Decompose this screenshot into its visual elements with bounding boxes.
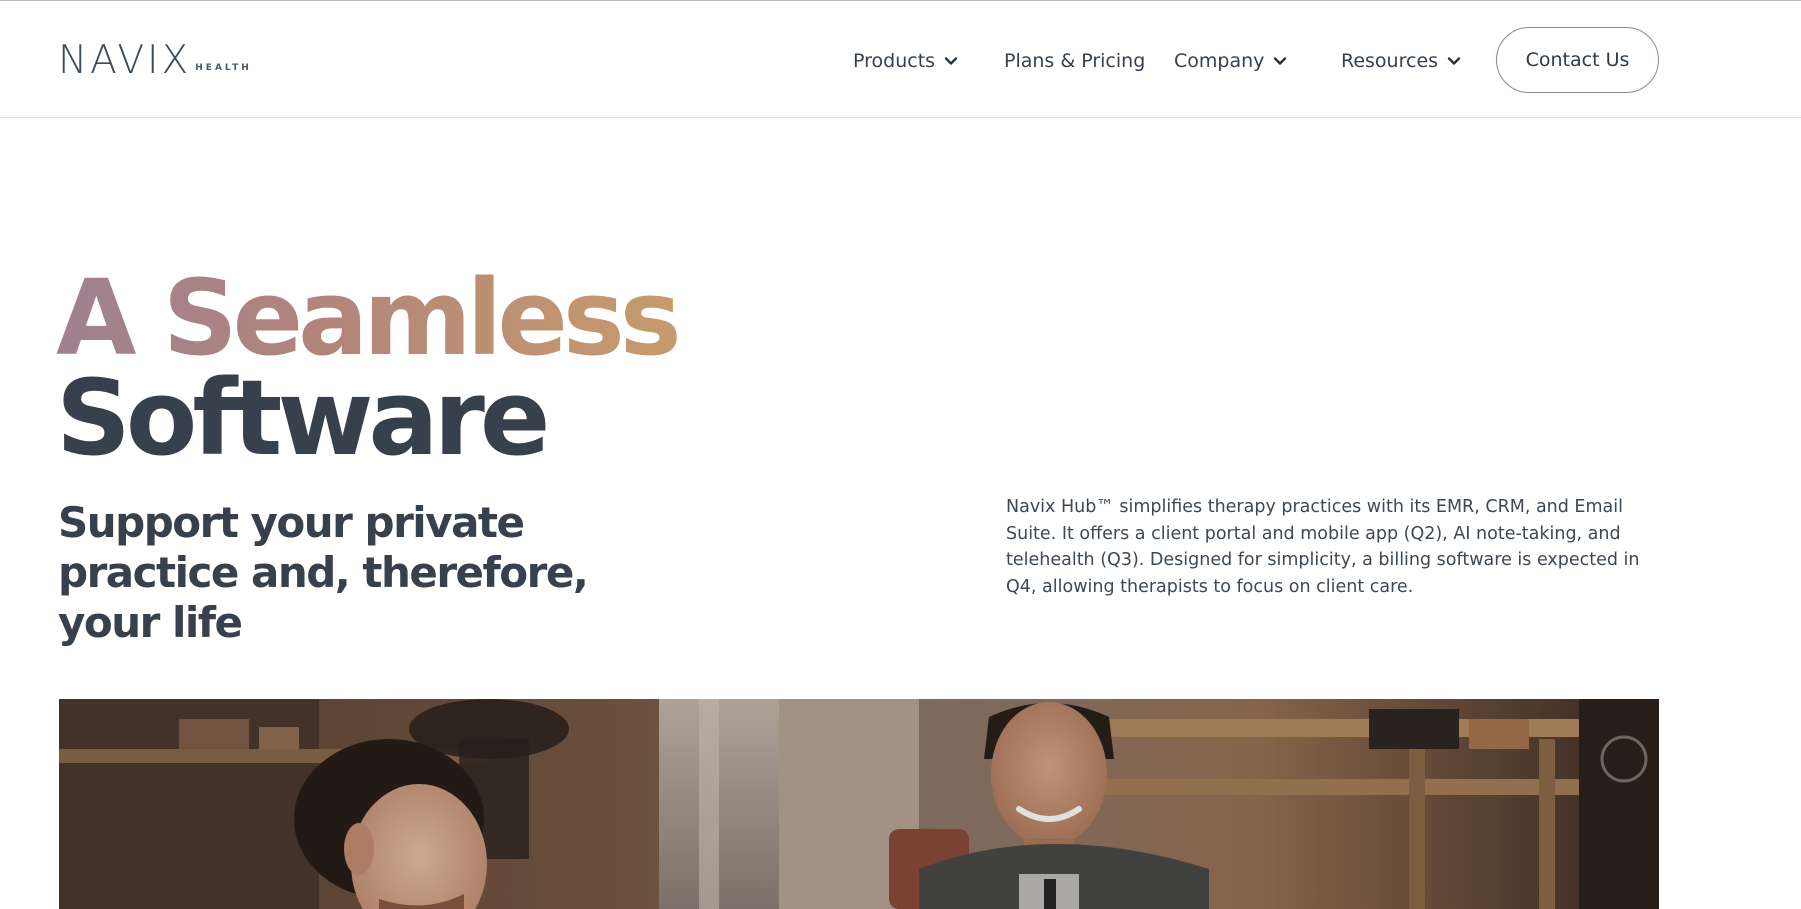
hero-title-line-2: Software — [56, 357, 550, 479]
chevron-down-icon — [944, 57, 958, 65]
nav-item-products-label: Products — [853, 50, 936, 72]
hero-subheading: Support your private practice and, there… — [58, 498, 589, 647]
page: NAVIX HEALTH Products Plans & Pricing Co… — [0, 0, 1801, 909]
hero-description: Navix Hub™ simplifies therapy practices … — [1006, 497, 1640, 597]
hero-photo-illustration — [59, 699, 1659, 909]
nav-item-resources-label: Resources — [1341, 50, 1439, 72]
nav-item-company[interactable]: Company — [1174, 47, 1288, 75]
nav-item-plans-pricing-label: Plans & Pricing — [1004, 50, 1146, 72]
nav-item-company-label: Company — [1174, 50, 1265, 72]
hero-title-line-1: A Seamless — [56, 257, 682, 379]
hero-title: A Seamless Software — [56, 257, 682, 479]
nav-item-products[interactable]: Products — [853, 47, 959, 75]
nav-item-plans-pricing[interactable]: Plans & Pricing — [1004, 47, 1145, 75]
nav-item-resources[interactable]: Resources — [1341, 47, 1462, 75]
chevron-down-icon — [1274, 57, 1287, 65]
main-nav: Products Plans & Pricing Company Resourc… — [0, 1, 1801, 119]
contact-us-button[interactable]: Contact Us — [1496, 27, 1659, 93]
chevron-down-icon — [1447, 57, 1461, 65]
hero-photo — [59, 699, 1659, 909]
site-header: NAVIX HEALTH Products Plans & Pricing Co… — [0, 0, 1801, 118]
